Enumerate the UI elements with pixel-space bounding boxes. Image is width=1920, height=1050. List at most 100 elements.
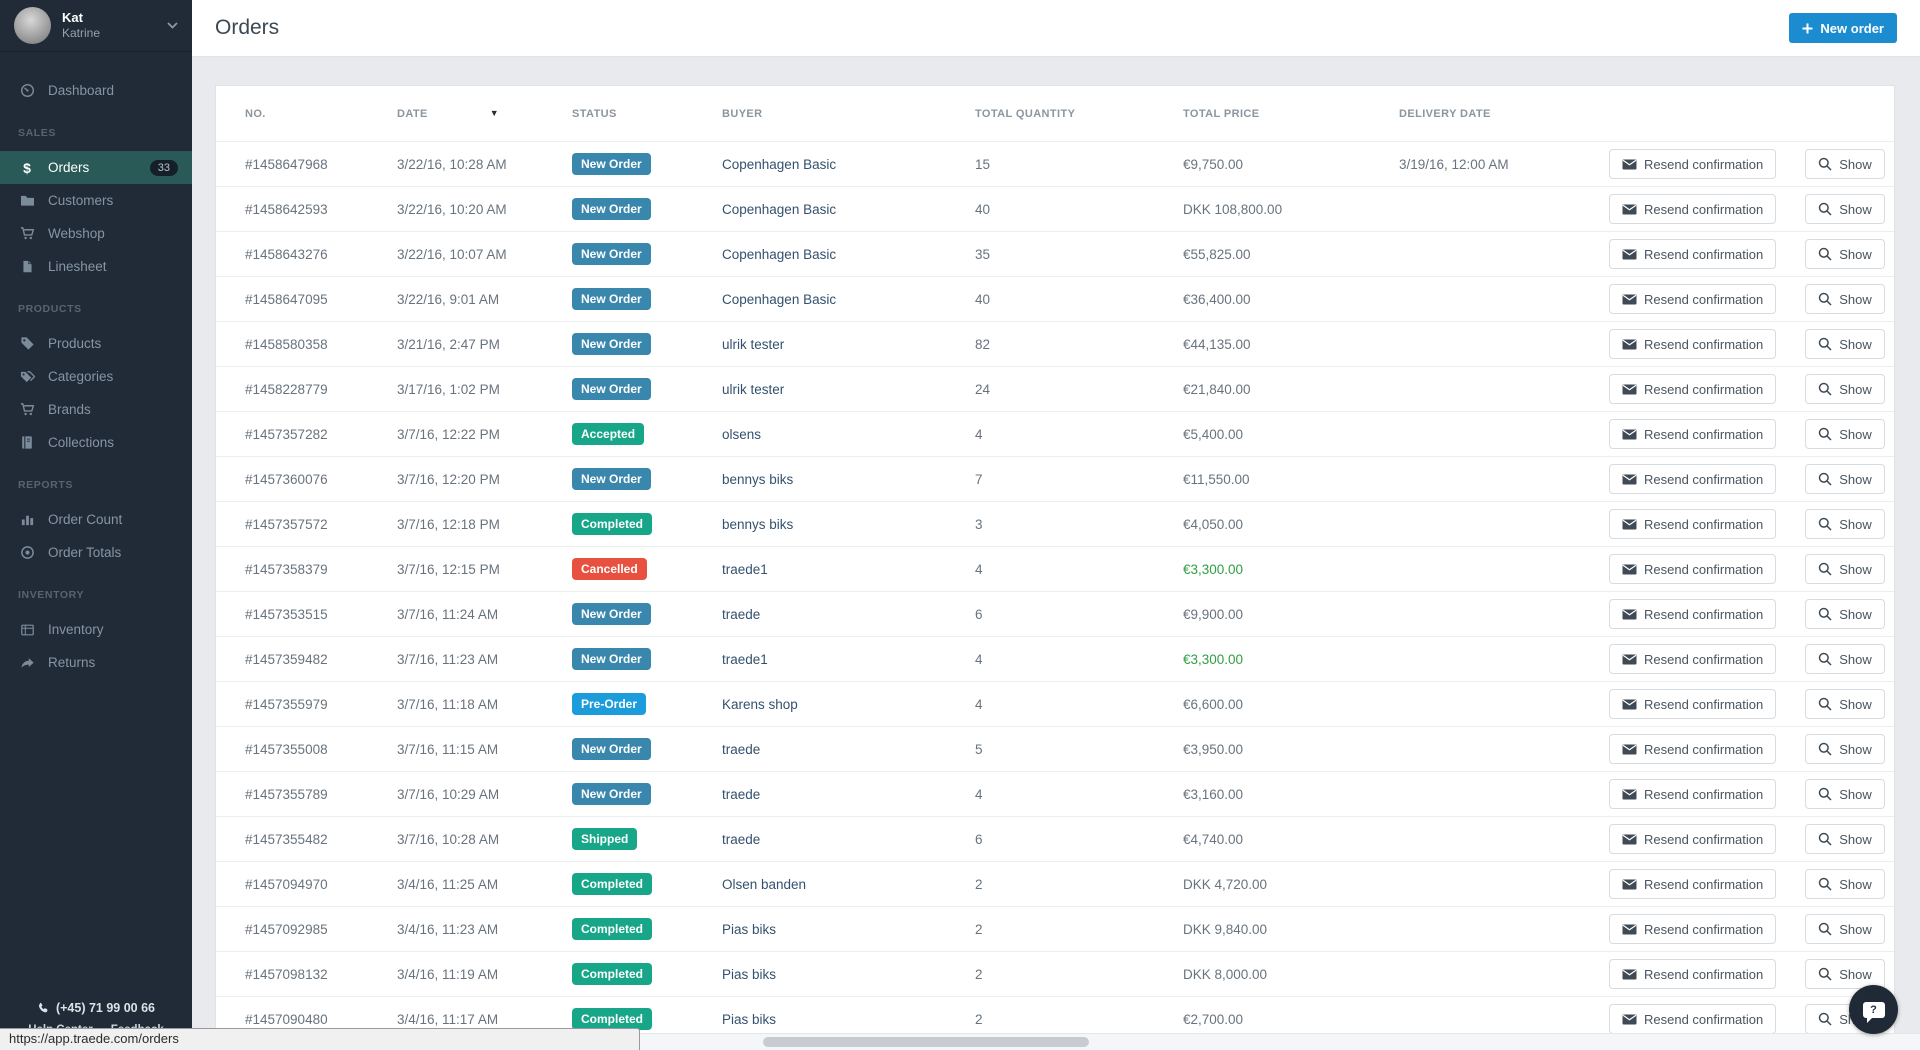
- buyer-link[interactable]: ulrik tester: [722, 382, 784, 397]
- sidebar: Kat Katrine DashboardSALES$Orders33Custo…: [0, 0, 192, 1050]
- resend-confirmation-button[interactable]: Resend confirmation: [1609, 554, 1776, 584]
- buyer-link[interactable]: olsens: [722, 427, 761, 442]
- show-button[interactable]: Show: [1805, 779, 1885, 809]
- resend-confirmation-button[interactable]: Resend confirmation: [1609, 689, 1776, 719]
- buyer-link[interactable]: traede1: [722, 652, 768, 667]
- buyer-link[interactable]: traede: [722, 607, 760, 622]
- sidebar-item-label: Products: [48, 336, 101, 351]
- resend-confirmation-button[interactable]: Resend confirmation: [1609, 599, 1776, 629]
- show-button[interactable]: Show: [1805, 239, 1885, 269]
- resend-confirmation-button[interactable]: Resend confirmation: [1609, 284, 1776, 314]
- buyer-link[interactable]: bennys biks: [722, 472, 793, 487]
- total-quantity: 6: [975, 832, 1183, 847]
- show-button[interactable]: Show: [1805, 194, 1885, 224]
- buyer-link[interactable]: traede: [722, 787, 760, 802]
- new-order-button[interactable]: New order: [1789, 13, 1897, 43]
- buyer-link[interactable]: Pias biks: [722, 1012, 776, 1027]
- show-button[interactable]: Show: [1805, 464, 1885, 494]
- resend-confirmation-button[interactable]: Resend confirmation: [1609, 509, 1776, 539]
- column-header-total-price[interactable]: TOTAL PRICE: [1183, 108, 1399, 120]
- buyer-link[interactable]: Copenhagen Basic: [722, 292, 836, 307]
- buyer-link[interactable]: Pias biks: [722, 922, 776, 937]
- show-button[interactable]: Show: [1805, 329, 1885, 359]
- scrollbar-thumb[interactable]: [763, 1037, 1089, 1047]
- buyer-link[interactable]: Copenhagen Basic: [722, 247, 836, 262]
- buyer-link[interactable]: Olsen banden: [722, 877, 806, 892]
- resend-confirmation-button[interactable]: Resend confirmation: [1609, 869, 1776, 899]
- resend-confirmation-button[interactable]: Resend confirmation: [1609, 374, 1776, 404]
- column-header-status[interactable]: STATUS: [572, 108, 722, 120]
- resend-confirmation-button[interactable]: Resend confirmation: [1609, 1004, 1776, 1034]
- column-header-delivery-date[interactable]: DELIVERY DATE: [1399, 108, 1609, 120]
- buyer-link[interactable]: traede: [722, 742, 760, 757]
- sidebar-item-linesheet[interactable]: Linesheet: [0, 250, 192, 283]
- show-button[interactable]: Show: [1805, 149, 1885, 179]
- sidebar-item-dashboard[interactable]: Dashboard: [0, 74, 192, 107]
- status-badge: New Order: [572, 243, 651, 265]
- sidebar-item-categories[interactable]: Categories: [0, 360, 192, 393]
- buyer-link[interactable]: Copenhagen Basic: [722, 202, 836, 217]
- buyer-link[interactable]: Karens shop: [722, 697, 798, 712]
- show-button[interactable]: Show: [1805, 734, 1885, 764]
- resend-confirmation-button[interactable]: Resend confirmation: [1609, 824, 1776, 854]
- table-row: #1457355008 3/7/16, 11:15 AM New Order t…: [216, 726, 1894, 771]
- column-header-buyer[interactable]: BUYER: [722, 108, 975, 120]
- resend-confirmation-button[interactable]: Resend confirmation: [1609, 329, 1776, 359]
- show-button[interactable]: Show: [1805, 824, 1885, 854]
- sidebar-item-brands[interactable]: Brands: [0, 393, 192, 426]
- resend-confirmation-button[interactable]: Resend confirmation: [1609, 959, 1776, 989]
- show-button[interactable]: Show: [1805, 644, 1885, 674]
- buyer-link[interactable]: bennys biks: [722, 517, 793, 532]
- order-date: 3/22/16, 10:07 AM: [397, 247, 572, 262]
- show-button[interactable]: Show: [1805, 689, 1885, 719]
- total-price: €3,300.00: [1183, 652, 1399, 667]
- sidebar-section-label: INVENTORY: [0, 582, 192, 608]
- show-button[interactable]: Show: [1805, 869, 1885, 899]
- sidebar-item-inventory[interactable]: Inventory: [0, 613, 192, 646]
- sidebar-item-webshop[interactable]: Webshop: [0, 217, 192, 250]
- show-button[interactable]: Show: [1805, 914, 1885, 944]
- total-price: €36,400.00: [1183, 292, 1399, 307]
- folder-icon: [18, 194, 36, 207]
- resend-confirmation-button[interactable]: Resend confirmation: [1609, 914, 1776, 944]
- column-header-date[interactable]: DATE▼: [397, 108, 572, 120]
- show-button[interactable]: Show: [1805, 419, 1885, 449]
- show-button[interactable]: Show: [1805, 509, 1885, 539]
- show-button[interactable]: Show: [1805, 599, 1885, 629]
- buyer-link[interactable]: traede: [722, 832, 760, 847]
- order-number: #1457359482: [245, 652, 397, 667]
- sidebar-item-collections[interactable]: Collections: [0, 426, 192, 459]
- sidebar-section-label: REPORTS: [0, 472, 192, 498]
- buyer-link[interactable]: traede1: [722, 562, 768, 577]
- column-header-total-quantity[interactable]: TOTAL QUANTITY: [975, 108, 1183, 120]
- resend-confirmation-button[interactable]: Resend confirmation: [1609, 419, 1776, 449]
- total-quantity: 2: [975, 877, 1183, 892]
- order-date: 3/7/16, 12:15 PM: [397, 562, 572, 577]
- user-menu[interactable]: Kat Katrine: [0, 0, 192, 52]
- buyer-link[interactable]: Pias biks: [722, 967, 776, 982]
- buyer-link[interactable]: Copenhagen Basic: [722, 157, 836, 172]
- resend-confirmation-button[interactable]: Resend confirmation: [1609, 464, 1776, 494]
- buyer-link[interactable]: ulrik tester: [722, 337, 784, 352]
- sidebar-item-customers[interactable]: Customers: [0, 184, 192, 217]
- resend-confirmation-button[interactable]: Resend confirmation: [1609, 194, 1776, 224]
- user-account: Katrine: [62, 27, 167, 41]
- list-icon: [18, 623, 36, 637]
- help-button[interactable]: ?: [1849, 985, 1898, 1034]
- show-button[interactable]: Show: [1805, 374, 1885, 404]
- resend-confirmation-button[interactable]: Resend confirmation: [1609, 734, 1776, 764]
- total-price: DKK 9,840.00: [1183, 922, 1399, 937]
- show-button[interactable]: Show: [1805, 554, 1885, 584]
- resend-confirmation-button[interactable]: Resend confirmation: [1609, 149, 1776, 179]
- order-number: #1457357282: [245, 427, 397, 442]
- resend-confirmation-button[interactable]: Resend confirmation: [1609, 644, 1776, 674]
- sidebar-item-order-count[interactable]: Order Count: [0, 503, 192, 536]
- resend-confirmation-button[interactable]: Resend confirmation: [1609, 239, 1776, 269]
- sidebar-item-orders[interactable]: $Orders33: [0, 151, 192, 184]
- show-button[interactable]: Show: [1805, 284, 1885, 314]
- sidebar-item-returns[interactable]: Returns: [0, 646, 192, 679]
- column-header-no[interactable]: NO.: [245, 108, 397, 120]
- resend-confirmation-button[interactable]: Resend confirmation: [1609, 779, 1776, 809]
- sidebar-item-order-totals[interactable]: Order Totals: [0, 536, 192, 569]
- sidebar-item-products[interactable]: Products: [0, 327, 192, 360]
